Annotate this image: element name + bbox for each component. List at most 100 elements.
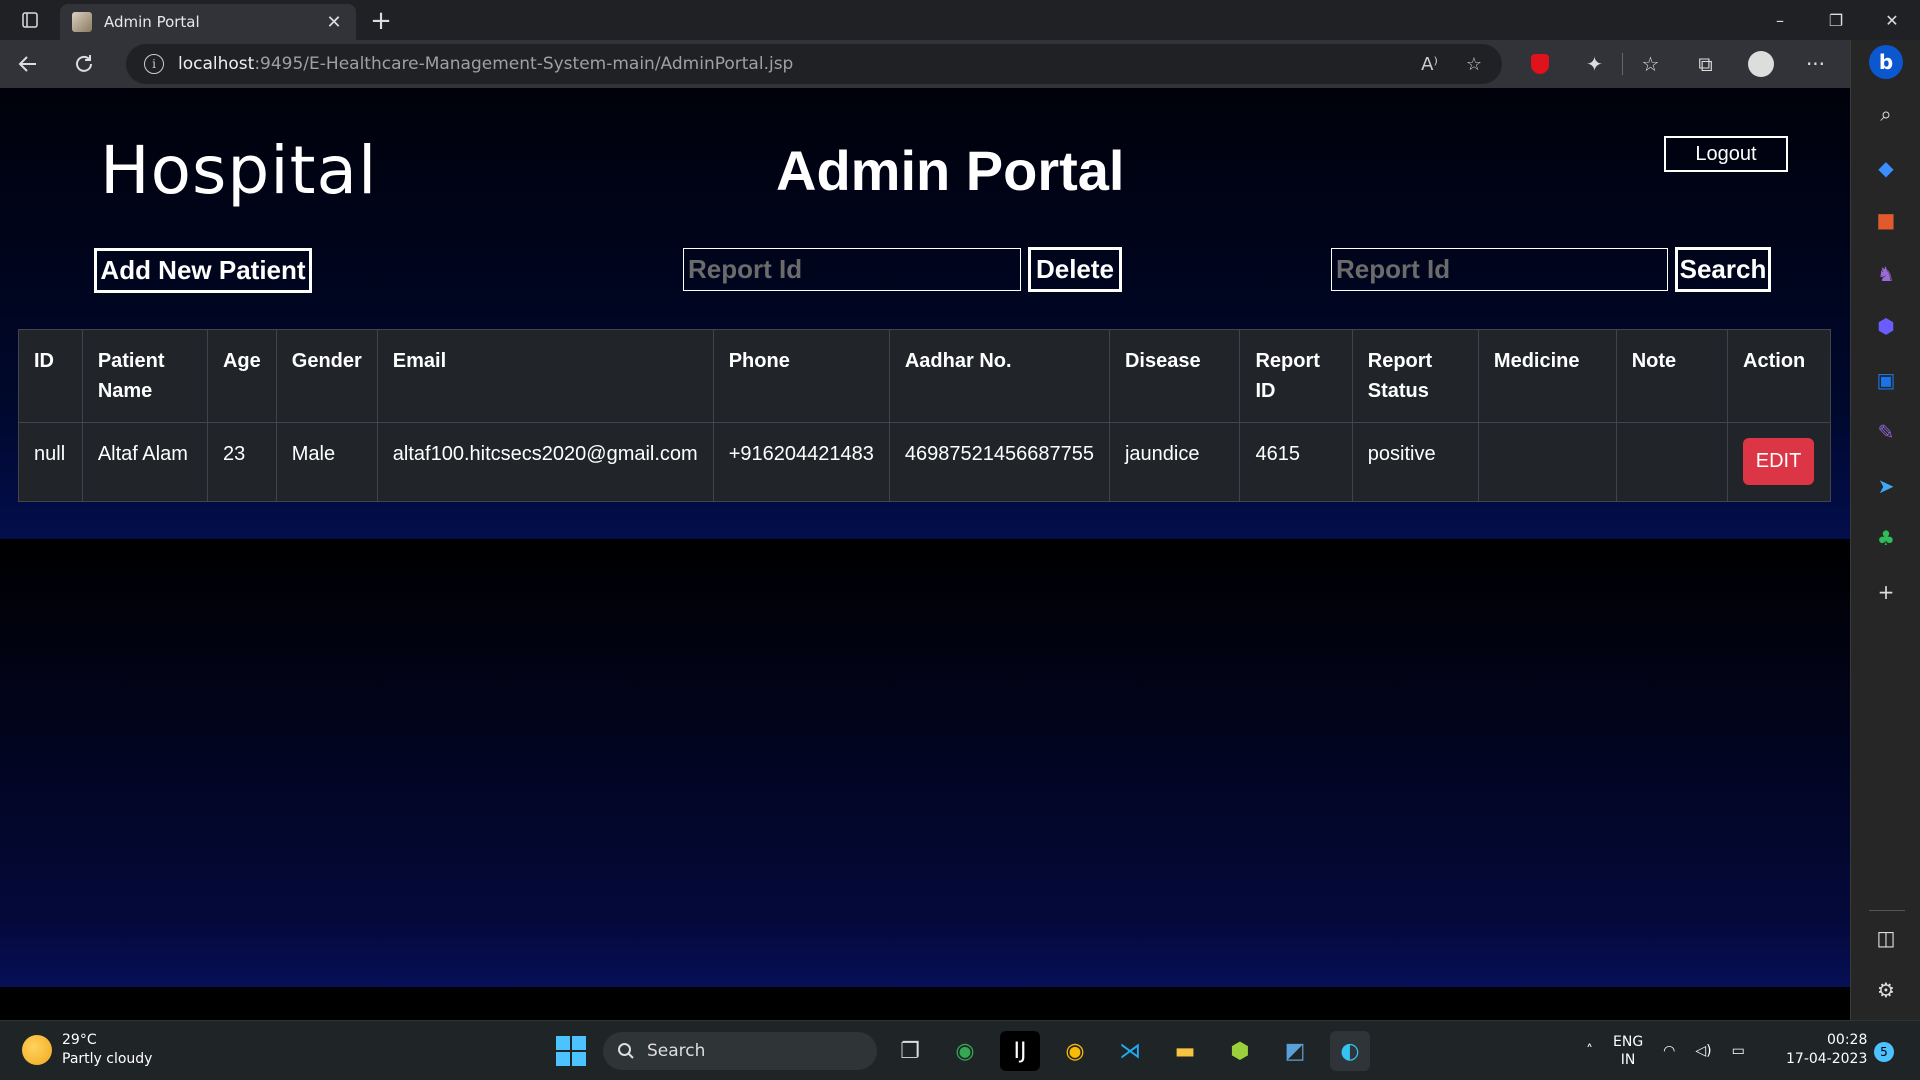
- taskbar-apps: ❐ ◉ IJ ◉ ⋊ ▬ ⬢ ◩ ◐: [890, 1031, 1370, 1071]
- column-header-disease: Disease: [1108, 329, 1241, 423]
- delete-report-id-input[interactable]: [683, 248, 1021, 291]
- windows-taskbar: 29°C Partly cloudy Search ❐ ◉ IJ ◉ ⋊ ▬ ⬢…: [0, 1020, 1920, 1080]
- system-tray: ˄ ENG IN ◠ ◁) ▭: [1586, 1031, 1745, 1071]
- column-header-note: Note: [1615, 329, 1729, 423]
- column-header-patient-name: Patient Name: [81, 329, 208, 423]
- office-icon[interactable]: ⬢: [1851, 306, 1920, 346]
- logout-button[interactable]: Logout: [1664, 136, 1788, 172]
- adblock-extension-icon[interactable]: [1512, 44, 1567, 84]
- table-row: null Altaf Alam 23 Male altaf100.hitcsec…: [18, 422, 1831, 502]
- tools-briefcase-icon[interactable]: ■: [1851, 200, 1920, 240]
- edge-browser-icon[interactable]: ◐: [1330, 1031, 1370, 1071]
- chrome-icon[interactable]: ◉: [1055, 1031, 1095, 1071]
- site-info-icon[interactable]: i: [144, 54, 164, 74]
- address-bar-actions: A⁾ ☆: [1421, 44, 1482, 84]
- clock-date: 17-04-2023: [1786, 1051, 1868, 1067]
- favorites-icon[interactable]: ☆: [1623, 44, 1678, 84]
- collections-icon[interactable]: ⧉: [1678, 44, 1733, 84]
- column-header-report-status: Report Status: [1351, 329, 1479, 423]
- hospital-logo-title: Hospital: [100, 132, 378, 209]
- new-tab-button[interactable]: +: [366, 6, 396, 36]
- language-code: ENG: [1613, 1034, 1644, 1050]
- tab-title: Admin Portal: [104, 13, 200, 31]
- search-report-id-input[interactable]: [1331, 248, 1668, 291]
- extensions-icon[interactable]: ✦: [1567, 44, 1622, 84]
- weather-widget[interactable]: 29°C Partly cloudy: [22, 1031, 152, 1069]
- refresh-icon: [76, 55, 92, 72]
- column-header-gender: Gender: [275, 329, 378, 423]
- close-window-button[interactable]: ✕: [1864, 0, 1920, 40]
- column-header-email: Email: [376, 329, 714, 423]
- volume-icon[interactable]: ◁): [1695, 1043, 1711, 1059]
- read-aloud-icon[interactable]: A⁾: [1421, 54, 1438, 75]
- address-bar[interactable]: i localhost:9495/E-Healthcare-Management…: [126, 44, 1502, 84]
- weather-temperature: 29°C: [62, 1032, 97, 1048]
- cell-disease: jaundice: [1108, 422, 1241, 502]
- add-sidebar-app-icon[interactable]: +: [1851, 572, 1920, 612]
- sidebar-search-icon[interactable]: ⌕: [1851, 94, 1920, 134]
- sidebar-settings-icon[interactable]: ⚙: [1851, 970, 1920, 1010]
- task-view-icon[interactable]: ❐: [890, 1031, 930, 1071]
- start-button[interactable]: [556, 1036, 586, 1066]
- weather-description: Partly cloudy: [62, 1051, 153, 1067]
- taskbar-search[interactable]: Search: [603, 1032, 877, 1070]
- language-indicator[interactable]: ENG IN: [1613, 1033, 1643, 1069]
- refresh-button[interactable]: [56, 44, 112, 84]
- add-favorite-icon[interactable]: ☆: [1466, 54, 1482, 75]
- page-header-section: Hospital Admin Portal Logout Add New Pat…: [0, 88, 1850, 539]
- close-tab-icon[interactable]: ✕: [324, 12, 344, 33]
- clock[interactable]: 00:28 17-04-2023: [1786, 1031, 1867, 1069]
- cell-action: EDIT: [1727, 422, 1831, 502]
- cell-patient-name: Altaf Alam: [81, 422, 208, 502]
- window-controls: – ❐ ✕: [1752, 0, 1920, 40]
- telegram-icon[interactable]: ➤: [1851, 466, 1920, 506]
- mysql-workbench-icon[interactable]: ◩: [1275, 1031, 1315, 1071]
- browser-tab-admin-portal[interactable]: Admin Portal ✕: [60, 4, 356, 40]
- delete-button[interactable]: Delete: [1028, 247, 1122, 292]
- shopping-tag-icon[interactable]: ◆: [1851, 148, 1920, 188]
- tree-icon[interactable]: ♣: [1851, 518, 1920, 558]
- games-icon[interactable]: ♞: [1851, 254, 1920, 294]
- back-arrow-icon: [18, 56, 36, 72]
- clock-time: 00:28: [1827, 1032, 1868, 1048]
- column-header-age: Age: [206, 329, 277, 423]
- region-code: IN: [1620, 1052, 1636, 1068]
- back-button[interactable]: [0, 44, 56, 84]
- search-icon: [618, 1043, 634, 1059]
- battery-icon[interactable]: ▭: [1732, 1043, 1745, 1059]
- partly-cloudy-icon: [22, 1035, 52, 1065]
- cell-report-id: 4615: [1239, 422, 1353, 502]
- page-background: [0, 539, 1850, 987]
- wifi-icon[interactable]: ◠: [1663, 1043, 1675, 1059]
- file-explorer-icon[interactable]: ▬: [1165, 1031, 1205, 1071]
- tab-actions-icon[interactable]: [0, 0, 60, 40]
- search-button[interactable]: Search: [1675, 247, 1771, 292]
- hide-sidebar-icon[interactable]: ◫: [1851, 918, 1920, 958]
- cell-note: [1615, 422, 1729, 502]
- edit-button[interactable]: EDIT: [1743, 438, 1815, 485]
- designer-icon[interactable]: ✎: [1851, 412, 1920, 452]
- browser-toolbar: i localhost:9495/E-Healthcare-Management…: [0, 40, 1920, 88]
- notification-badge[interactable]: 5: [1874, 1042, 1894, 1062]
- patients-table: ID Patient Name Age Gender Email Phone A…: [18, 329, 1831, 502]
- minimize-button[interactable]: –: [1752, 0, 1808, 40]
- virtualbox-icon[interactable]: ⬢: [1220, 1031, 1260, 1071]
- chrome-profile-icon[interactable]: ◉: [945, 1031, 985, 1071]
- cell-phone: +916204421483: [712, 422, 890, 502]
- restore-button[interactable]: ❐: [1808, 0, 1864, 40]
- cell-email: altaf100.hitcsecs2020@gmail.com: [376, 422, 714, 502]
- intellij-icon[interactable]: IJ: [1000, 1031, 1040, 1071]
- show-hidden-icons-chevron-icon[interactable]: ˄: [1586, 1043, 1593, 1059]
- browser-tab-bar: Admin Portal ✕ + – ❐ ✕: [0, 0, 1920, 40]
- add-new-patient-button[interactable]: Add New Patient: [94, 248, 312, 293]
- column-header-aadhar: Aadhar No.: [888, 329, 1110, 423]
- cell-gender: Male: [275, 422, 378, 502]
- bing-chat-icon[interactable]: b: [1851, 42, 1920, 82]
- more-menu-icon[interactable]: ···: [1788, 44, 1843, 84]
- vscode-icon[interactable]: ⋊: [1110, 1031, 1150, 1071]
- cell-aadhar: 46987521456687755: [888, 422, 1110, 502]
- patients-table-container: ID Patient Name Age Gender Email Phone A…: [18, 329, 1831, 502]
- cell-report-status: positive: [1351, 422, 1479, 502]
- outlook-icon[interactable]: ▣: [1851, 360, 1920, 400]
- profile-avatar-icon[interactable]: [1733, 44, 1788, 84]
